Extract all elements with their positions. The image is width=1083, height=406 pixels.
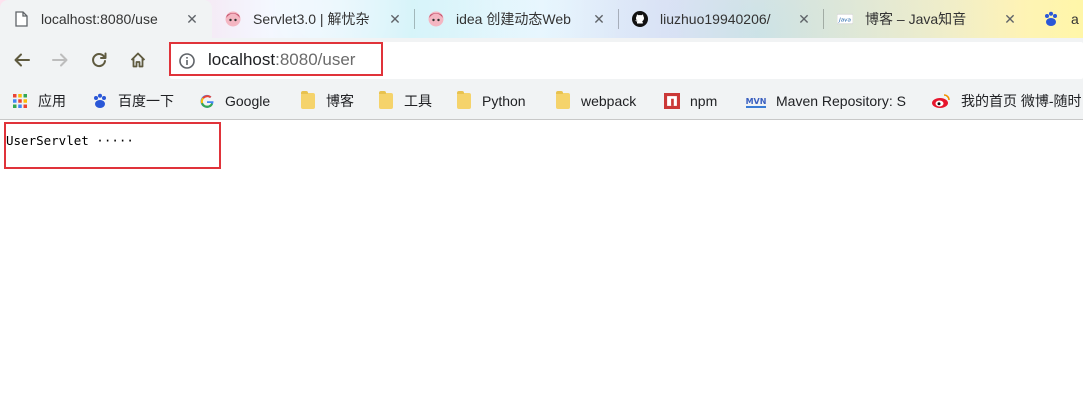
weibo-icon xyxy=(931,93,951,109)
tab-baidu[interactable]: a xyxy=(1030,0,1083,38)
bookmark-label: Python xyxy=(482,92,526,109)
close-icon[interactable]: ✕ xyxy=(1002,11,1018,27)
url-highlight-box xyxy=(169,42,383,76)
back-arrow-icon[interactable] xyxy=(10,48,34,72)
folder-icon xyxy=(378,90,394,109)
tab-title: idea 创建动态Web xyxy=(456,11,571,27)
home-icon[interactable] xyxy=(126,48,150,72)
bookmark-folder-blog[interactable]: 博客 xyxy=(300,82,354,119)
close-icon[interactable]: ✕ xyxy=(796,11,812,27)
bookmark-folder-tools[interactable]: 工具 xyxy=(378,82,432,119)
page-icon xyxy=(13,11,29,27)
bookmark-label: webpack xyxy=(581,92,637,109)
tab-java[interactable]: Java 博客 – Java知音 ✕ xyxy=(824,0,1030,38)
bookmark-baidu[interactable]: 百度一下 xyxy=(92,82,174,119)
folder-icon xyxy=(456,90,472,109)
folder-icon xyxy=(555,90,571,109)
mvn-icon: MVN xyxy=(746,93,766,109)
tab-title: localhost:8080/use xyxy=(41,11,158,27)
anime-avatar-icon xyxy=(428,11,444,27)
tab-servlet3[interactable]: Servlet3.0 | 解忧杂 ✕ xyxy=(212,0,415,38)
tab-title: a xyxy=(1071,11,1079,27)
baidu-paw-icon xyxy=(92,93,108,109)
tab-idea[interactable]: idea 创建动态Web ✕ xyxy=(415,0,619,38)
bookmark-label: 百度一下 xyxy=(118,92,174,109)
bookmark-folder-python[interactable]: Python xyxy=(456,82,526,119)
bookmark-label: 我的首页 微博-随时 xyxy=(961,92,1081,109)
close-icon[interactable]: ✕ xyxy=(591,11,607,27)
folder-icon xyxy=(300,90,316,109)
tab-localhost[interactable]: localhost:8080/use ✕ xyxy=(0,0,212,38)
close-icon[interactable]: ✕ xyxy=(387,11,403,27)
svg-text:Java: Java xyxy=(838,17,851,23)
bookmarks-bar: 应用 百度一下 Google 博客 工具 Python webpack npm xyxy=(0,82,1083,120)
tab-title: 博客 – Java知音 xyxy=(865,11,967,27)
reload-icon[interactable] xyxy=(87,48,111,72)
bookmark-npm[interactable]: npm xyxy=(664,82,717,119)
tab-github[interactable]: liuzhuo19940206/ ✕ xyxy=(619,0,824,38)
close-icon[interactable]: ✕ xyxy=(184,11,200,27)
google-icon xyxy=(199,93,215,109)
browser-toolbar: localhost:8080/user xyxy=(0,38,1083,82)
bookmark-weibo[interactable]: 我的首页 微博-随时 xyxy=(931,82,1081,119)
java-icon: Java xyxy=(837,11,853,27)
bookmark-maven[interactable]: MVN Maven Repository: S xyxy=(746,82,913,119)
bookmark-apps[interactable]: 应用 xyxy=(12,82,66,119)
npm-icon xyxy=(664,92,680,109)
tab-title: Servlet3.0 | 解忧杂 xyxy=(253,11,370,27)
bookmark-label: npm xyxy=(690,92,718,109)
forward-arrow-icon[interactable] xyxy=(48,48,72,72)
apps-grid-icon xyxy=(12,93,28,109)
bookmark-label: Maven Repository: S xyxy=(776,92,906,109)
servlet-output-text: UserServlet ····· xyxy=(6,133,134,148)
bookmark-google[interactable]: Google xyxy=(199,82,270,119)
bookmark-label: 工具 xyxy=(404,92,432,109)
tab-strip: localhost:8080/use ✕ Servlet3.0 | 解忧杂 ✕ … xyxy=(0,0,1083,38)
baidu-paw-icon xyxy=(1043,11,1059,27)
bookmark-label: 应用 xyxy=(38,92,66,109)
bookmark-label: Google xyxy=(225,92,271,109)
github-icon xyxy=(632,11,648,27)
anime-avatar-icon xyxy=(225,11,241,27)
bookmark-folder-webpack[interactable]: webpack xyxy=(555,82,636,119)
tab-title: liuzhuo19940206/ xyxy=(660,11,771,27)
bookmark-label: 博客 xyxy=(326,92,354,109)
page-content: UserServlet ····· xyxy=(0,120,1083,406)
svg-text:MVN: MVN xyxy=(746,97,766,106)
